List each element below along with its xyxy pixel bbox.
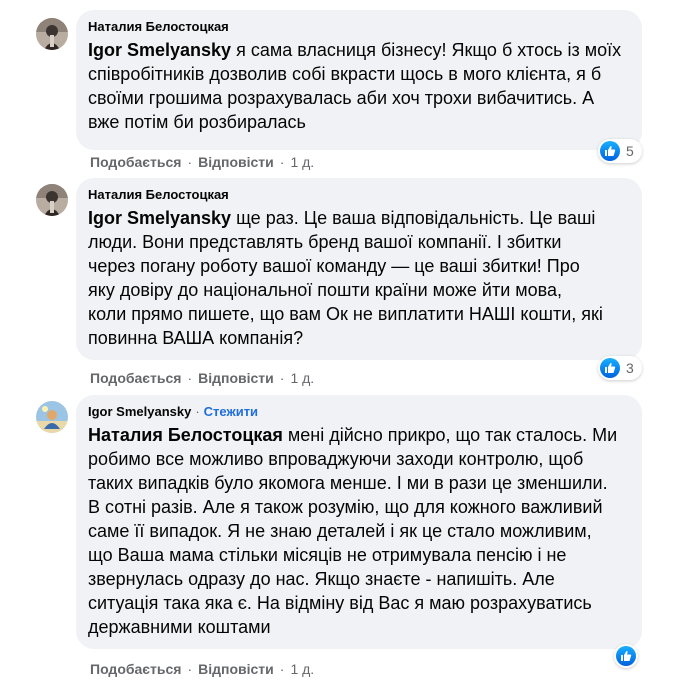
reaction-count[interactable]: [614, 644, 638, 668]
reply-button[interactable]: Відповісти: [198, 370, 274, 386]
mention-link[interactable]: Igor Smelyansky: [88, 208, 231, 228]
comment-line: своїми грошима розрахувалась аби хоч тро…: [88, 88, 595, 108]
comment-bubble: Igor Smelyansky · Стежити Наталия Белостоц…: [76, 395, 642, 649]
comment-line: повинна ВАША компанія?: [88, 328, 304, 348]
avatar[interactable]: [36, 184, 68, 216]
comment-line: ситуація така яка є. На відміну від Вас …: [88, 593, 592, 613]
comment-line: ще раз. Це ваша відповідальність. Це ваш…: [231, 208, 596, 228]
like-button[interactable]: Подобається: [90, 661, 181, 677]
comment-line: саме її випадок. Я не знаю деталей і як …: [88, 521, 592, 541]
reaction-count-number: 3: [626, 360, 634, 376]
like-icon: [616, 646, 636, 666]
like-icon: [600, 141, 620, 161]
reaction-count[interactable]: 5: [598, 139, 642, 163]
like-button[interactable]: Подобається: [90, 154, 181, 170]
comment-line: що Ваша мама стільки місяців не отримува…: [88, 545, 567, 565]
avatar[interactable]: [36, 18, 68, 50]
comment-author[interactable]: Наталия Белостоцкая: [88, 19, 229, 34]
comment-line: коли прямо пишете, що вам Ок не виплатит…: [88, 304, 603, 324]
comment-line: мені дійсно прикро, що так сталось. Ми: [282, 425, 618, 445]
like-icon: [600, 358, 620, 378]
comment-text: Наталия Белостоцкая мені дійсно прикро, …: [88, 423, 630, 639]
avatar[interactable]: [36, 401, 68, 433]
comment-time[interactable]: 1 д.: [290, 154, 314, 170]
comment-actions: Подобається · Відповісти · 1 д.: [90, 154, 315, 170]
reaction-count-number: 5: [626, 143, 634, 159]
comment-line: таких випадків було якомога менше. І ми …: [88, 473, 608, 493]
comment-author[interactable]: Igor Smelyansky: [88, 404, 191, 419]
like-button[interactable]: Подобається: [90, 370, 181, 386]
comment-time[interactable]: 1 д.: [290, 370, 314, 386]
comment-text: Igor Smelyansky я сама власниця бізнесу!…: [88, 38, 630, 134]
reply-button[interactable]: Відповісти: [198, 154, 274, 170]
mention-link[interactable]: Наталия Белостоцкая: [88, 425, 283, 445]
comment-line: В сотні разів. Але я також розумію, що д…: [88, 497, 603, 517]
comment-line: робимо все можливо впроваджуючи заходи к…: [88, 449, 584, 469]
comment-line: звернулась одразу до нас. Якщо знаєте - …: [88, 569, 555, 589]
comment-actions: Подобається · Відповісти · 1 д.: [90, 370, 315, 386]
mention-link[interactable]: Igor Smelyansky: [88, 40, 231, 60]
comment-line: люди. Вони представлять бренд вашої комп…: [88, 232, 562, 252]
comment-author[interactable]: Наталия Белостоцкая: [88, 187, 229, 202]
reply-button[interactable]: Відповісти: [198, 661, 274, 677]
comment-line: я сама власниця бізнесу! Якщо б хтось із…: [231, 40, 622, 60]
comment-line: через погану роботу вашої команду — це в…: [88, 256, 580, 276]
reaction-count[interactable]: 3: [598, 356, 642, 380]
comment-bubble: Наталия Белостоцкая Igor Smelyansky я са…: [76, 10, 642, 150]
comment-text: Igor Smelyansky ще раз. Це ваша відповід…: [88, 206, 630, 350]
comment-line: вже потім би розбиралась: [88, 112, 306, 132]
comment-time[interactable]: 1 д.: [290, 661, 314, 677]
comment-actions: Подобається · Відповісти · 1 д.: [90, 661, 315, 677]
comment-line: співробітників дозволив собі вкрасти щос…: [88, 64, 602, 84]
comment-bubble: Наталия Белостоцкая Igor Smelyansky ще р…: [76, 178, 642, 360]
comment-line: яку довіру до національної пошти країни …: [88, 280, 563, 300]
comment-line: державними коштами: [88, 617, 271, 637]
follow-button[interactable]: Стежити: [204, 404, 258, 419]
